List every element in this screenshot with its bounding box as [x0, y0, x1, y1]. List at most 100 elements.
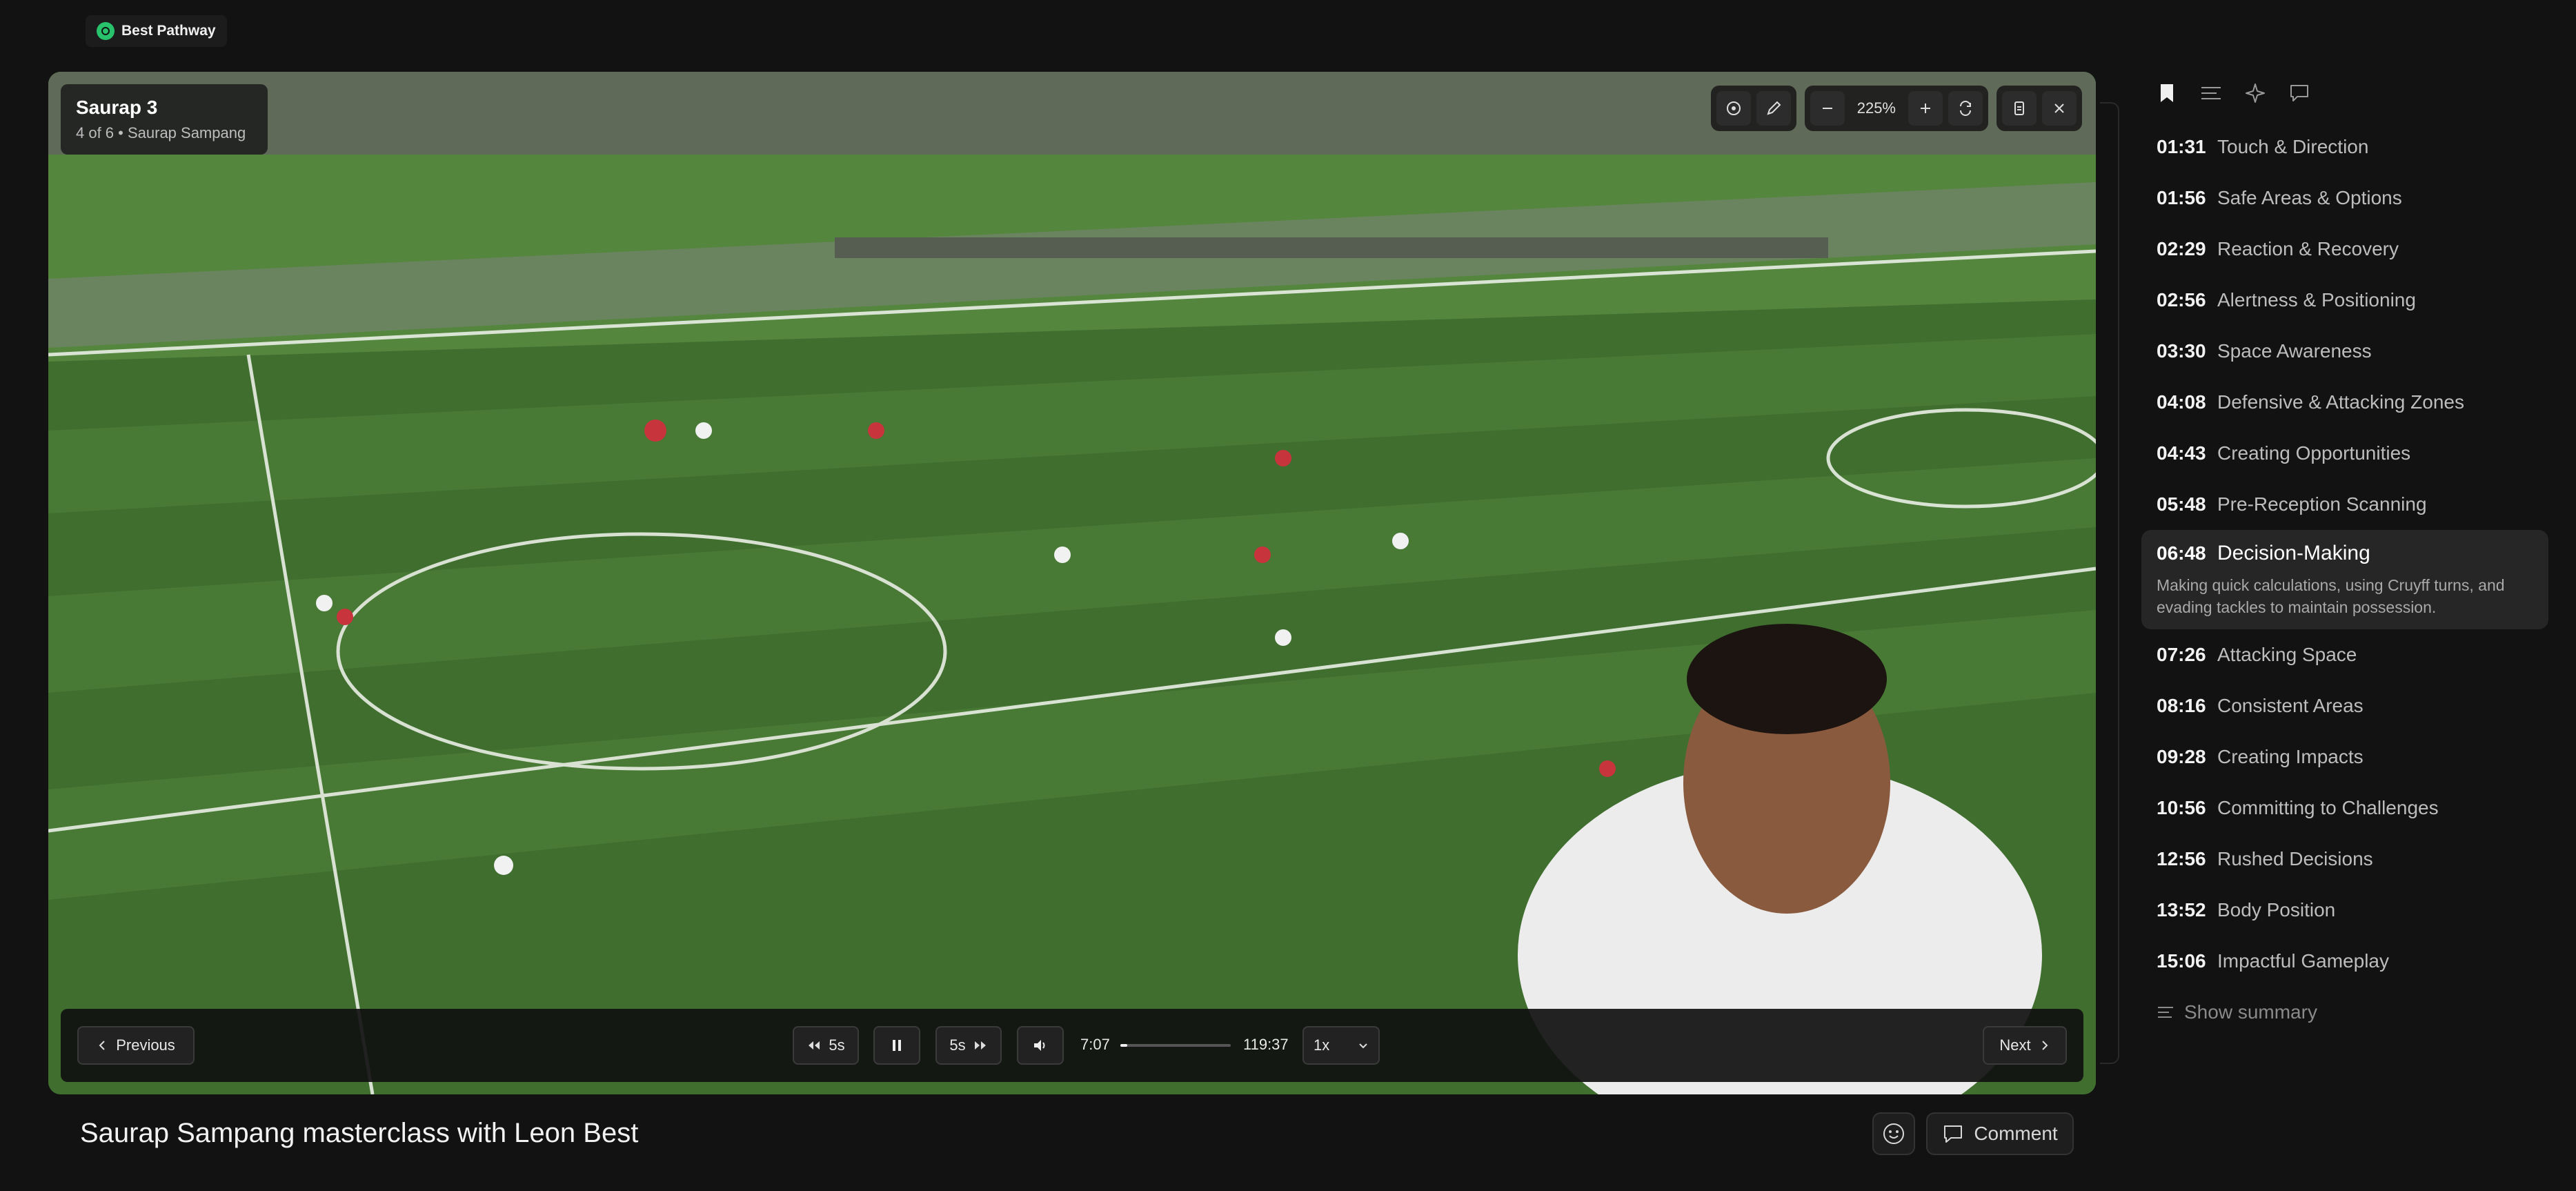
fast-forward-icon — [974, 1041, 986, 1050]
chapter-item-active[interactable]: 06:48 Decision-Making Making quick calcu… — [2141, 530, 2548, 629]
volume-button[interactable] — [1017, 1026, 1064, 1065]
chapter-label: Touch & Direction — [2217, 136, 2369, 157]
comment-label: Comment — [1974, 1123, 2058, 1144]
chapter-time: 06:48 — [2157, 542, 2206, 564]
comment-button[interactable]: Comment — [1926, 1112, 2074, 1155]
chat-tab[interactable] — [2288, 81, 2311, 105]
volume-icon — [1034, 1040, 1045, 1051]
chapter-time: 12:56 — [2157, 848, 2206, 869]
chapter-time: 02:56 — [2157, 289, 2206, 311]
current-time: 7:07 — [1080, 1036, 1110, 1053]
video-player[interactable]: Saurap 3 4 of 6 • Saurap Sampang 225% Pr… — [48, 72, 2096, 1094]
close-icon[interactable] — [2042, 91, 2077, 126]
chapter-item[interactable]: 04:08 Defensive & Attacking Zones — [2141, 377, 2548, 428]
zoom-out-button[interactable] — [1810, 91, 1845, 126]
reset-zoom-button[interactable] — [1948, 91, 1983, 126]
chapter-item[interactable]: 13:52 Body Position — [2141, 885, 2548, 936]
chapter-time: 09:28 — [2157, 746, 2206, 767]
chapter-time: 10:56 — [2157, 797, 2206, 818]
chevron-right-icon — [2041, 1041, 2048, 1050]
chapter-label: Creating Opportunities — [2217, 442, 2411, 464]
playback-speed-value: 1x — [1314, 1036, 1330, 1054]
chapter-label: Reaction & Recovery — [2217, 238, 2399, 259]
chapter-item[interactable]: 07:26 Attacking Space — [2141, 629, 2548, 680]
chapter-time: 08:16 — [2157, 695, 2206, 716]
pause-button[interactable] — [873, 1026, 920, 1065]
chevron-left-icon — [99, 1041, 105, 1050]
reaction-button[interactable] — [1872, 1112, 1915, 1155]
annotation-tools — [1710, 86, 1796, 131]
chapter-label: Consistent Areas — [2217, 695, 2364, 716]
chapter-item[interactable]: 01:31 Touch & Direction — [2141, 121, 2548, 173]
sidebar-tabs — [2141, 72, 2548, 115]
chapter-label: Space Awareness — [2217, 340, 2372, 362]
video-title: Saurap Sampang masterclass with Leon Bes… — [80, 1118, 639, 1148]
rewind-label: 5s — [829, 1036, 845, 1054]
forward-label: 5s — [949, 1036, 966, 1054]
chapter-label: Decision-Making — [2217, 542, 2370, 564]
sparkle-icon — [2246, 83, 2265, 103]
target-icon[interactable] — [1716, 91, 1751, 126]
progress-slider[interactable] — [1120, 1044, 1231, 1047]
chapter-time: 13:52 — [2157, 899, 2206, 921]
zoom-in-button[interactable] — [1908, 91, 1943, 126]
clip-title: Saurap 3 — [76, 97, 158, 118]
chapter-time: 04:08 — [2157, 391, 2206, 413]
chat-icon — [2290, 85, 2308, 101]
chapter-time: 03:30 — [2157, 340, 2206, 362]
playback-controls: Previous 5s 5s 7:07 119:37 1x Next — [61, 1009, 2083, 1082]
previous-label: Previous — [116, 1036, 175, 1054]
chapter-time: 15:06 — [2157, 950, 2206, 972]
chapter-time: 04:43 — [2157, 442, 2206, 464]
total-time: 119:37 — [1243, 1036, 1289, 1053]
chapter-item[interactable]: 15:06 Impactful Gameplay — [2141, 936, 2548, 987]
chapter-item[interactable]: 04:43 Creating Opportunities — [2141, 428, 2548, 479]
chapter-item[interactable]: 01:56 Safe Areas & Options — [2141, 173, 2548, 224]
chapter-label: Impactful Gameplay — [2217, 950, 2389, 972]
zoom-controls: 225% — [1804, 86, 1988, 131]
chapter-label: Alertness & Positioning — [2217, 289, 2416, 311]
bookmark-tab[interactable] — [2155, 81, 2179, 105]
chapter-label: Safe Areas & Options — [2217, 187, 2402, 208]
document-icon[interactable] — [2002, 91, 2037, 126]
progress-fill — [1120, 1044, 1127, 1047]
chapter-item[interactable]: 10:56 Committing to Challenges — [2141, 782, 2548, 834]
player-toolbar: 225% — [1710, 86, 2082, 131]
chapter-item[interactable]: 05:48 Pre-Reception Scanning — [2141, 479, 2548, 530]
next-button[interactable]: Next — [1983, 1026, 2067, 1065]
chapter-sidebar: 01:31 Touch & Direction 01:56 Safe Areas &… — [2141, 72, 2548, 1038]
brand-badge[interactable]: Best Pathway — [86, 15, 227, 47]
chapter-item[interactable]: 02:56 Alertness & Positioning — [2141, 275, 2548, 326]
show-summary-button[interactable]: Show summary — [2141, 987, 2548, 1038]
brand-name: Best Pathway — [121, 23, 216, 39]
chapter-time: 07:26 — [2157, 644, 2206, 665]
clip-info-card: Saurap 3 4 of 6 • Saurap Sampang — [61, 84, 268, 155]
chapter-list: 01:31 Touch & Direction 01:56 Safe Areas &… — [2141, 121, 2548, 1038]
rewind-icon — [809, 1041, 820, 1050]
chapter-item[interactable]: 08:16 Consistent Areas — [2141, 680, 2548, 731]
show-summary-label: Show summary — [2184, 1001, 2317, 1023]
smiley-icon — [1883, 1123, 1904, 1144]
list-tab[interactable] — [2199, 81, 2223, 105]
chapter-item[interactable]: 12:56 Rushed Decisions — [2141, 834, 2548, 885]
chapter-label: Committing to Challenges — [2217, 797, 2439, 818]
chevron-down-icon — [1359, 1043, 1367, 1049]
previous-button[interactable]: Previous — [77, 1026, 195, 1065]
chapter-item[interactable]: 09:28 Creating Impacts — [2141, 731, 2548, 782]
list-icon — [2201, 87, 2221, 99]
clip-subtitle: 4 of 6 • Saurap Sampang — [76, 124, 246, 141]
pen-icon[interactable] — [1756, 91, 1791, 126]
chapter-description: Making quick calculations, using Cruyff … — [2157, 576, 2505, 616]
summary-icon — [2158, 1007, 2173, 1018]
sparkle-tab[interactable] — [2243, 81, 2267, 105]
bookmark-icon — [2161, 84, 2173, 102]
zoom-level: 225% — [1856, 99, 1896, 117]
sidebar-rail — [2100, 102, 2119, 1064]
chapter-time: 01:56 — [2157, 187, 2206, 208]
playback-speed-select[interactable]: 1x — [1302, 1026, 1380, 1065]
chapter-item[interactable]: 02:29 Reaction & Recovery — [2141, 224, 2548, 275]
rewind-5s-button[interactable]: 5s — [793, 1026, 859, 1065]
forward-5s-button[interactable]: 5s — [935, 1026, 1002, 1065]
chapter-item[interactable]: 03:30 Space Awareness — [2141, 326, 2548, 377]
chapter-label: Body Position — [2217, 899, 2336, 921]
